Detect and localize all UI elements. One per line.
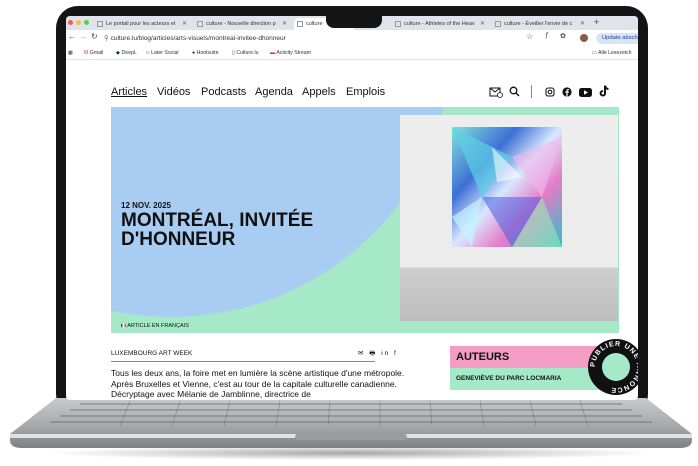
window-zoom-dot[interactable] <box>84 20 89 25</box>
bookmark-hootsuite[interactable]: ● Hootsuite <box>192 47 219 59</box>
tab-favicon-icon <box>495 21 501 27</box>
update-button[interactable]: Update abschließe <box>596 33 638 44</box>
browser-tab[interactable]: culture - Éveiller l'envie de c ✕ <box>492 18 588 30</box>
nav-agenda[interactable]: Agenda <box>255 86 293 98</box>
site-settings-icon[interactable]: ⚲ <box>104 35 111 42</box>
article-lead: Tous les deux ans, la foire met en lumiè… <box>111 368 405 399</box>
hero-painting <box>452 127 562 247</box>
tab-favicon-icon <box>297 21 303 27</box>
bookmark-activity-stream[interactable]: ▬ Activity Stream <box>270 47 311 59</box>
tab-close-icon[interactable]: ✕ <box>480 18 485 30</box>
instagram-icon[interactable] <box>545 87 555 97</box>
window-minimize-dot[interactable] <box>76 20 81 25</box>
browser-tab[interactable]: culture - Athletes of the Heav ✕ <box>392 18 488 30</box>
youtube-icon[interactable] <box>579 88 592 97</box>
forward-arrow-icon[interactable]: → <box>79 32 87 41</box>
bookmark-star-icon[interactable]: ☆ <box>526 32 533 41</box>
apps-grid-icon[interactable]: ▦ <box>68 47 73 59</box>
bookmarks-bar: ▦ M Gmail ◆ DeepL ∞ Later Social ● Hoots… <box>66 47 638 60</box>
hootsuite-icon: ● <box>192 50 196 56</box>
tab-label: Le portail pour les acteurs et <box>106 21 176 27</box>
extensions-icon[interactable]: ✿ <box>560 32 566 40</box>
reload-icon[interactable]: ↻ <box>91 32 98 41</box>
nav-articles[interactable]: Articles <box>111 86 147 98</box>
tab-close-icon[interactable]: ✕ <box>182 18 187 30</box>
article-category[interactable]: LUXEMBOURG ART WEEK <box>111 350 192 357</box>
tab-close-icon[interactable]: ✕ <box>282 18 287 30</box>
search-icon[interactable] <box>509 86 520 97</box>
new-tab-icon[interactable]: + <box>594 17 599 27</box>
url-field[interactable]: ⚲ culture.lu/blog/articles/arts-visuels/… <box>104 33 534 44</box>
article-language-label: ARTICLE EN FRANÇAIS <box>127 323 189 329</box>
translate-icon[interactable]: ƒ <box>545 32 549 39</box>
window-close-dot[interactable] <box>68 20 73 25</box>
profile-avatar[interactable] <box>580 34 588 42</box>
bookmark-later-social[interactable]: ∞ Later Social <box>146 47 179 59</box>
tiktok-icon[interactable] <box>599 85 609 97</box>
url-text: culture.lu/blog/articles/arts-visuels/mo… <box>110 35 286 42</box>
tab-favicon-icon <box>395 21 401 27</box>
flag-fr-icon <box>121 323 126 328</box>
nav-appels[interactable]: Appels <box>302 86 336 98</box>
publish-annonce-badge[interactable]: PUBLIER UNE ANNONCE <box>586 337 638 397</box>
tab-label: culture - Athletes of the Heav <box>404 21 475 27</box>
camera-notch <box>326 16 382 28</box>
article-date: 12 NOV. 2025 <box>121 201 171 210</box>
tab-label: culture <box>306 21 323 27</box>
article-language: ARTICLE EN FRANÇAIS <box>121 323 189 329</box>
facebook-icon[interactable] <box>562 87 572 97</box>
bookmark-deepl[interactable]: ◆ DeepL <box>116 47 137 59</box>
folder-icon: ▯ <box>232 50 235 56</box>
screen: Le portail pour les acteurs et ✕ culture… <box>66 16 638 400</box>
browser-toolbar: ← → ↻ ⚲ culture.lu/blog/articles/arts-vi… <box>66 30 638 47</box>
all-bookmarks[interactable]: ▭ Alle Lesezeich <box>592 47 632 59</box>
activity-icon: ▬ <box>270 50 276 56</box>
tab-label: culture - Éveiller l'envie de c <box>504 21 573 27</box>
folder-icon: ▭ <box>592 50 597 56</box>
laptop-base <box>10 398 692 448</box>
later-icon: ∞ <box>146 50 150 56</box>
browser-tab[interactable]: culture - Nouvelle direction p ✕ <box>194 18 290 30</box>
back-arrow-icon[interactable]: ← <box>68 32 76 41</box>
bookmark-culture-lu[interactable]: ▯ Culture.lu <box>232 47 259 59</box>
tab-favicon-icon <box>97 21 103 27</box>
gmail-icon: M <box>84 50 89 56</box>
deepl-icon: ◆ <box>116 50 120 56</box>
newsletter-icon[interactable] <box>489 86 503 98</box>
browser-tab[interactable]: Le portail pour les acteurs et ✕ <box>94 18 190 30</box>
nav-divider <box>531 85 532 98</box>
tab-label: culture - Nouvelle direction p <box>206 21 276 27</box>
category-divider <box>111 361 375 362</box>
bookmark-gmail[interactable]: M Gmail <box>84 47 103 59</box>
nav-podcasts[interactable]: Podcasts <box>201 86 246 98</box>
tab-close-icon[interactable]: ✕ <box>580 18 585 30</box>
hero-banner[interactable]: 12 NOV. 2025 MONTRÉAL, INVITÉE D'HONNEUR… <box>111 107 619 333</box>
nav-emplois[interactable]: Emplois <box>346 86 385 98</box>
article-title: MONTRÉAL, INVITÉE D'HONNEUR <box>121 210 314 250</box>
nav-videos[interactable]: Vidéos <box>157 86 190 98</box>
tab-favicon-icon <box>197 21 203 27</box>
share-icons[interactable]: ✉ 🖶 in f <box>358 349 398 360</box>
